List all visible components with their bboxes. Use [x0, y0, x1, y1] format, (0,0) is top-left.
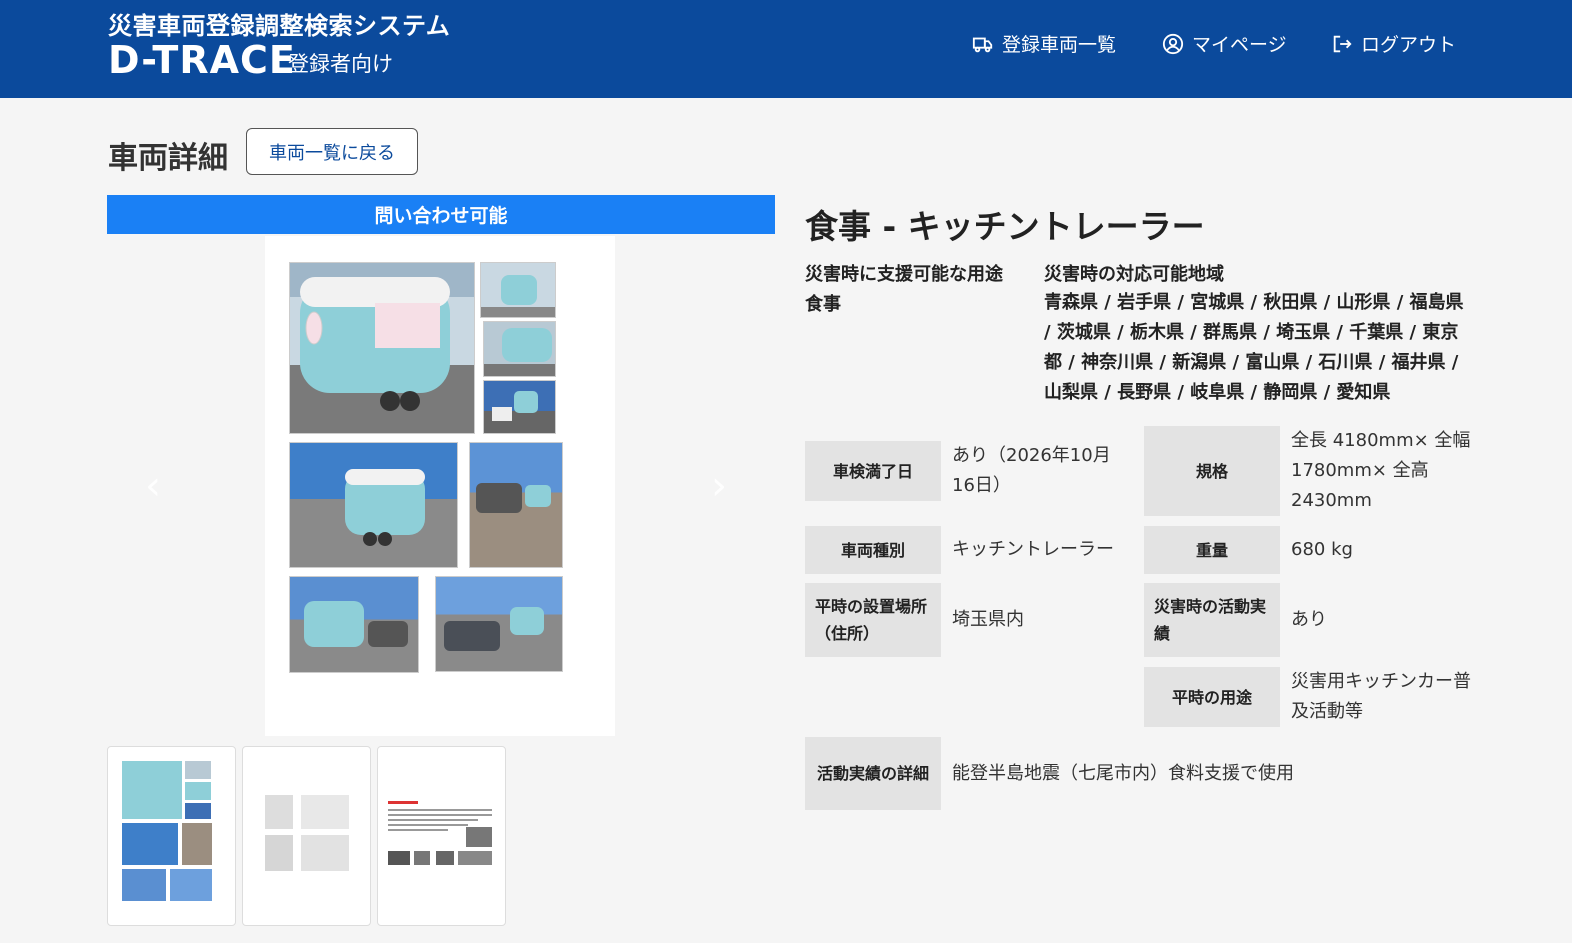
carousel-prev-icon[interactable]: ‹ — [145, 466, 161, 506]
regions-value: 青森県 / 岩手県 / 宮城県 / 秋田県 / 山形県 / 福島県 / 茨城県 … — [1044, 292, 1464, 403]
system-name: 災害車両登録調整検索システム — [108, 12, 451, 40]
carousel-next-icon[interactable]: › — [711, 466, 727, 506]
trailer-photo-small-1 — [480, 262, 556, 318]
nav-logout[interactable]: ログアウト — [1331, 30, 1456, 57]
logout-icon — [1333, 35, 1352, 52]
disaster-uses-label: 災害時に支援可能な用途 — [805, 264, 1003, 285]
normal-use-value: 災害用キッチンカー普及活動等 — [1291, 671, 1471, 722]
activity-detail-value: 能登半島地震（七尾市内）食料支援で使用 — [952, 762, 1294, 784]
weight-label: 重量 — [1144, 526, 1280, 574]
nav-my-page[interactable]: マイページ — [1162, 30, 1287, 57]
disaster-uses-value: 食事 — [805, 294, 841, 315]
carousel-slide — [265, 236, 615, 736]
thumbnail-2[interactable] — [242, 746, 371, 926]
brand-logo[interactable]: D-TRACE — [108, 38, 296, 82]
audience-tag: 登録者向け — [288, 52, 393, 76]
trailer-photo-small-2 — [483, 321, 556, 377]
spec-value: 全長 4180mm× 全幅 1780mm× 全高 2430mm — [1291, 430, 1471, 511]
type-value: キッチントレーラー — [952, 539, 1114, 560]
thumbnail-3[interactable] — [377, 746, 506, 926]
spec-label: 規格 — [1144, 426, 1280, 516]
weight-value: 680 kg — [1291, 539, 1353, 560]
location-value: 埼玉県内 — [952, 609, 1024, 630]
inspection-value: あり（2026年10月16日） — [952, 445, 1111, 496]
nav-vehicle-list[interactable]: 登録車両一覧 — [972, 30, 1116, 57]
user-circle-icon — [1162, 33, 1184, 54]
activity-value: あり — [1291, 609, 1327, 630]
activity-label: 災害時の活動実績 — [1144, 583, 1280, 657]
normal-use-label: 平時の用途 — [1144, 667, 1280, 727]
nav-my-page-label: マイページ — [1192, 34, 1287, 56]
trailer-photo-mid-2 — [469, 442, 563, 568]
page-title: 車両詳細 — [108, 141, 228, 176]
thumbnail-1[interactable] — [107, 746, 236, 926]
inspection-label: 車検満了日 — [805, 441, 941, 501]
vehicle-title: 食事 - キッチントレーラー — [805, 207, 1205, 246]
trailer-photo-mid-1 — [289, 442, 458, 568]
regions-label: 災害時の対応可能地域 — [1044, 264, 1224, 285]
activity-detail-label: 活動実績の詳細 — [805, 737, 941, 810]
site-header: 災害車両登録調整検索システム D-TRACE 登録者向け 登録車両一覧 マイペー… — [0, 0, 1572, 98]
truck-icon — [972, 37, 993, 52]
nav-vehicle-list-label: 登録車両一覧 — [1002, 34, 1117, 56]
back-to-list-button[interactable]: 車両一覧に戻る — [246, 128, 418, 175]
image-carousel[interactable]: ‹ › — [107, 236, 775, 736]
trailer-photo-bottom-2 — [435, 576, 563, 672]
trailer-photo-small-3 — [483, 380, 556, 434]
nav-logout-label: ログアウト — [1361, 34, 1457, 56]
location-label: 平時の設置場所（住所） — [805, 583, 941, 657]
trailer-photo-main — [289, 262, 475, 434]
type-label: 車両種別 — [805, 526, 941, 574]
trailer-photo-bottom-1 — [289, 576, 419, 673]
status-badge: 問い合わせ可能 — [107, 195, 775, 234]
